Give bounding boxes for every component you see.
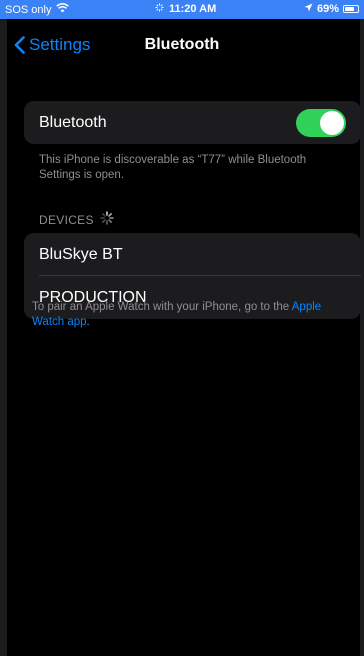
location-icon: [304, 3, 313, 15]
discoverable-note: This iPhone is discoverable as “T77” whi…: [39, 154, 307, 181]
status-bar: SOS only 11:20 AM 69%: [0, 0, 364, 19]
bluetooth-row: Bluetooth: [24, 101, 361, 144]
bluetooth-label: Bluetooth: [39, 113, 107, 131]
apple-watch-note-text: To pair an Apple Watch with your iPhone,…: [32, 301, 290, 313]
status-right: 69%: [304, 3, 359, 15]
devices-header-label: DEVICES: [39, 212, 94, 227]
toggle-knob: [320, 111, 344, 135]
device-name: BluSkye BT: [39, 245, 123, 263]
page-title: Bluetooth: [144, 36, 220, 53]
loading-spinner-icon: [99, 211, 114, 228]
clock-text: 11:20 AM: [169, 3, 217, 15]
bluetooth-toggle-group: Bluetooth: [24, 101, 361, 144]
right-edge: [360, 0, 364, 656]
status-center: 11:20 AM: [155, 3, 216, 15]
wifi-icon: [56, 3, 70, 16]
activity-icon: [155, 3, 164, 15]
left-edge: [0, 0, 7, 656]
screen: SOS only 11:20 AM 69% Settings Bluetooth…: [0, 0, 364, 656]
battery-icon: [343, 5, 359, 13]
bluetooth-toggle[interactable]: [296, 109, 346, 137]
status-left: SOS only: [5, 3, 70, 16]
battery-percent: 69%: [316, 3, 339, 15]
device-row[interactable]: BluSkye BT: [24, 233, 361, 276]
devices-header: DEVICES: [39, 211, 114, 228]
apple-watch-note: To pair an Apple Watch with your iPhone,…: [32, 300, 352, 330]
apple-watch-note-suffix: .: [86, 316, 90, 328]
carrier-text: SOS only: [5, 3, 52, 16]
navigation-bar: Settings Bluetooth: [0, 19, 364, 73]
